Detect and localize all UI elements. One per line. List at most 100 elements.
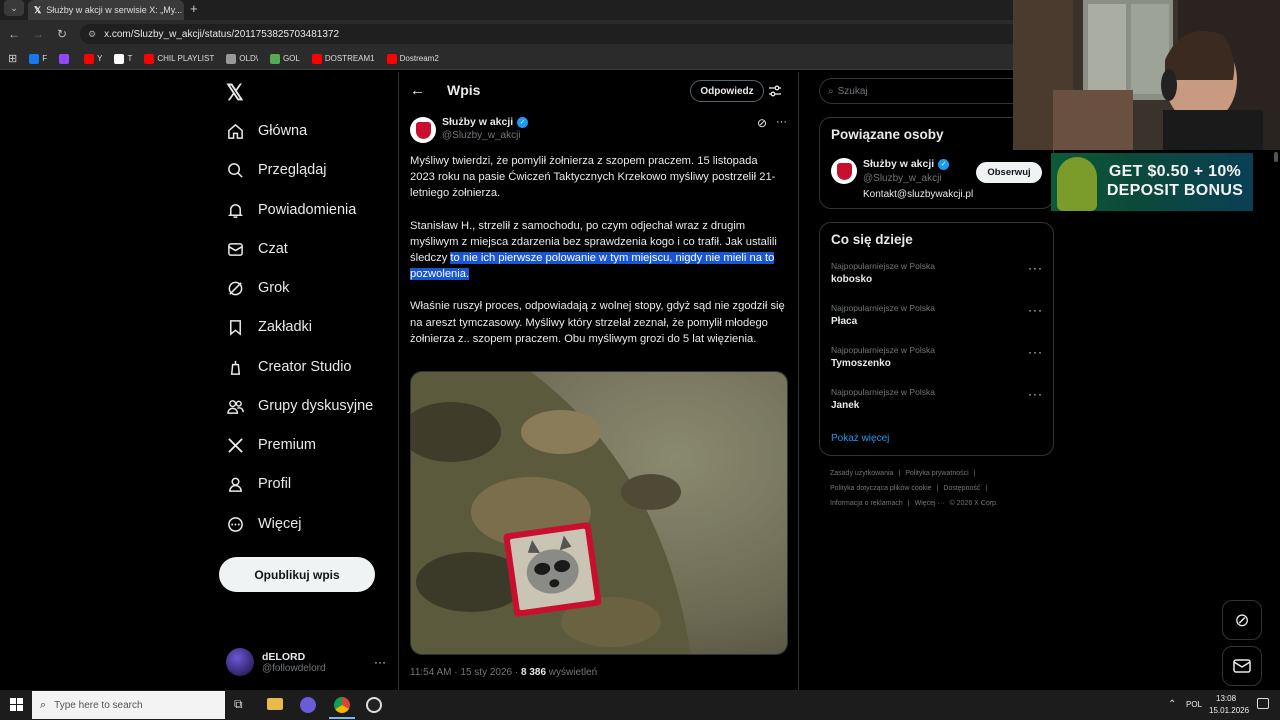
footer-link[interactable]: Dostępność: [943, 485, 980, 492]
shield-logo-icon: [836, 162, 852, 180]
reply-button[interactable]: Odpowiedz: [690, 80, 764, 102]
grok-icon[interactable]: ⊘: [757, 116, 767, 130]
bookmark-item[interactable]: DOSTREAM1: [311, 53, 375, 64]
author-avatar[interactable]: [410, 117, 436, 143]
search-icon: ⌕: [40, 698, 47, 711]
browser-tab-active[interactable]: 𝕏 Służby w akcji w serwisie X: „My... ✕: [28, 0, 184, 20]
tweet-meta: 11:54 AM · 15 sty 2026 · 8 386 wyświetle…: [410, 667, 597, 678]
bookmark-favicon-icon: [29, 53, 40, 64]
nav-item-people[interactable]: Grupy dyskusyjne: [226, 392, 373, 420]
nav-item-label: Grok: [258, 280, 290, 296]
notifications-icon[interactable]: [1257, 698, 1269, 709]
trend-more-icon[interactable]: ···: [1028, 345, 1043, 359]
nav-item-search[interactable]: Przeglądaj: [226, 156, 327, 184]
taskbar-search[interactable]: ⌕ Type here to search: [32, 691, 225, 719]
bookmark-item[interactable]: [59, 53, 72, 64]
tweet-timestamp[interactable]: 11:54 AM · 15 sty 2026 ·: [410, 667, 521, 678]
bookmark-item[interactable]: F: [29, 53, 47, 64]
footer-link[interactable]: Informacja o reklamach: [830, 500, 903, 507]
tab-search-button[interactable]: ⌄: [4, 0, 24, 16]
post-button[interactable]: Opublikuj wpis: [219, 557, 375, 592]
bookmark-item[interactable]: GOL: [269, 53, 300, 64]
account-switcher[interactable]: dELORD @followdelord ···: [226, 646, 386, 678]
language-indicator[interactable]: POL: [1186, 700, 1202, 709]
nav-item-mail[interactable]: Czat: [226, 235, 288, 263]
tweet-image[interactable]: [410, 371, 788, 655]
show-more-link[interactable]: Pokaż więcej: [831, 433, 889, 444]
nav-item-home[interactable]: Główna: [226, 117, 307, 145]
clock-date[interactable]: 15.01.2026: [1209, 706, 1249, 715]
new-tab-button[interactable]: +: [190, 1, 198, 16]
task-view-icon[interactable]: ⧉: [234, 697, 243, 712]
file-explorer-icon[interactable]: [267, 698, 283, 710]
tray-chevron-icon[interactable]: ⌃: [1168, 699, 1176, 710]
nav-item-person[interactable]: Profil: [226, 470, 291, 498]
nav-item-x[interactable]: Premium: [226, 431, 316, 459]
bell-icon: [226, 201, 244, 219]
bookmark-label: OLD\: [239, 54, 258, 63]
nav-item-bookmark[interactable]: Zakładki: [226, 313, 312, 341]
nav-item-label: Więcej: [258, 516, 302, 532]
back-arrow-icon[interactable]: ←: [410, 82, 425, 99]
active-app-underline: [329, 717, 355, 719]
related-avatar[interactable]: [831, 158, 857, 184]
nav-item-bell[interactable]: Powiadomienia: [226, 196, 356, 224]
x-icon: [226, 436, 244, 454]
floating-grok-button[interactable]: ⊘: [1222, 600, 1262, 640]
url-bar[interactable]: ⚙ x.com/Sluzby_w_akcji/status/2011753825…: [80, 24, 1020, 44]
nav-item-grok[interactable]: Grok: [226, 274, 289, 302]
back-icon[interactable]: ←: [6, 26, 22, 42]
author-handle[interactable]: @Sluzby_w_akcji: [442, 130, 521, 141]
trend-more-icon[interactable]: ···: [1028, 261, 1043, 275]
apps-icon[interactable]: ⊞: [8, 52, 17, 65]
related-name[interactable]: Służby w akcji: [863, 158, 934, 170]
trend-more-icon[interactable]: ···: [1028, 387, 1043, 401]
more-options-icon[interactable]: ···: [776, 116, 787, 128]
follow-button[interactable]: Obserwuj: [976, 162, 1042, 183]
footer-separator: |: [936, 485, 939, 492]
footer-link[interactable]: © 2026 X Corp.: [950, 500, 998, 507]
chrome-icon[interactable]: [334, 697, 350, 713]
more-dots-icon[interactable]: ···: [374, 655, 386, 669]
trend-item[interactable]: Najpopularniejsze w Polska Janek ···: [831, 387, 1043, 421]
nav-item-more-circle[interactable]: Więcej: [226, 510, 302, 538]
bookmark-icon: [226, 318, 244, 336]
nav-item-label: Grupy dyskusyjne: [258, 398, 374, 414]
bookmark-item[interactable]: T: [114, 53, 132, 64]
footer-link[interactable]: Zasady użytkowania: [830, 470, 893, 477]
windows-start-icon[interactable]: [10, 698, 23, 711]
trend-item[interactable]: Najpopularniejsze w Polska kobosko ···: [831, 261, 1043, 295]
verified-badge-icon: ✓: [938, 158, 950, 170]
nav-item-creator[interactable]: Creator Studio: [226, 353, 352, 381]
clock-time[interactable]: 13:08: [1216, 694, 1236, 703]
bookmark-favicon-icon: [269, 53, 280, 64]
trend-more-icon[interactable]: ···: [1028, 303, 1043, 317]
footer-link[interactable]: Polityka dotycząca plików cookie: [830, 485, 932, 492]
obs-icon[interactable]: [366, 697, 382, 713]
bookmark-label: CHIL PLAYLIST: [157, 54, 215, 63]
bookmark-item[interactable]: Dostream2: [386, 53, 439, 64]
nav-item-label: Premium: [258, 437, 317, 453]
sliders-icon[interactable]: [768, 84, 782, 98]
search-input[interactable]: ⌕ Szukaj: [819, 78, 1019, 104]
bookmark-favicon-icon: [59, 53, 70, 64]
page-scrollbar[interactable]: [1274, 152, 1278, 162]
trend-item[interactable]: Najpopularniejsze w Polska Tymoszenko ···: [831, 345, 1043, 379]
webcam-overlay: [1013, 0, 1280, 150]
forward-icon[interactable]: →: [30, 26, 46, 42]
author-name[interactable]: Służby w akcji: [442, 116, 513, 128]
site-info-icon[interactable]: ⚙: [88, 29, 96, 40]
floating-messages-button[interactable]: [1222, 646, 1262, 686]
bookmark-item[interactable]: CHIL PLAYLIST: [144, 53, 215, 64]
reload-icon[interactable]: ↻: [54, 26, 70, 42]
trend-item[interactable]: Najpopularniejsze w Polska Płaca ···: [831, 303, 1043, 337]
more-circle-icon: [226, 515, 244, 533]
footer-separator: |: [985, 485, 988, 492]
footer-link[interactable]: Więcej ···: [915, 500, 945, 507]
app-icon-1[interactable]: [300, 697, 316, 713]
x-logo-icon[interactable]: 𝕏: [226, 80, 244, 106]
bookmark-item[interactable]: Y: [84, 53, 102, 64]
bookmark-item[interactable]: OLD\: [226, 53, 258, 64]
footer-link[interactable]: Polityka prywatności: [905, 470, 968, 477]
trends-card: Co się dzieje Najpopularniejsze w Polska…: [819, 222, 1054, 456]
